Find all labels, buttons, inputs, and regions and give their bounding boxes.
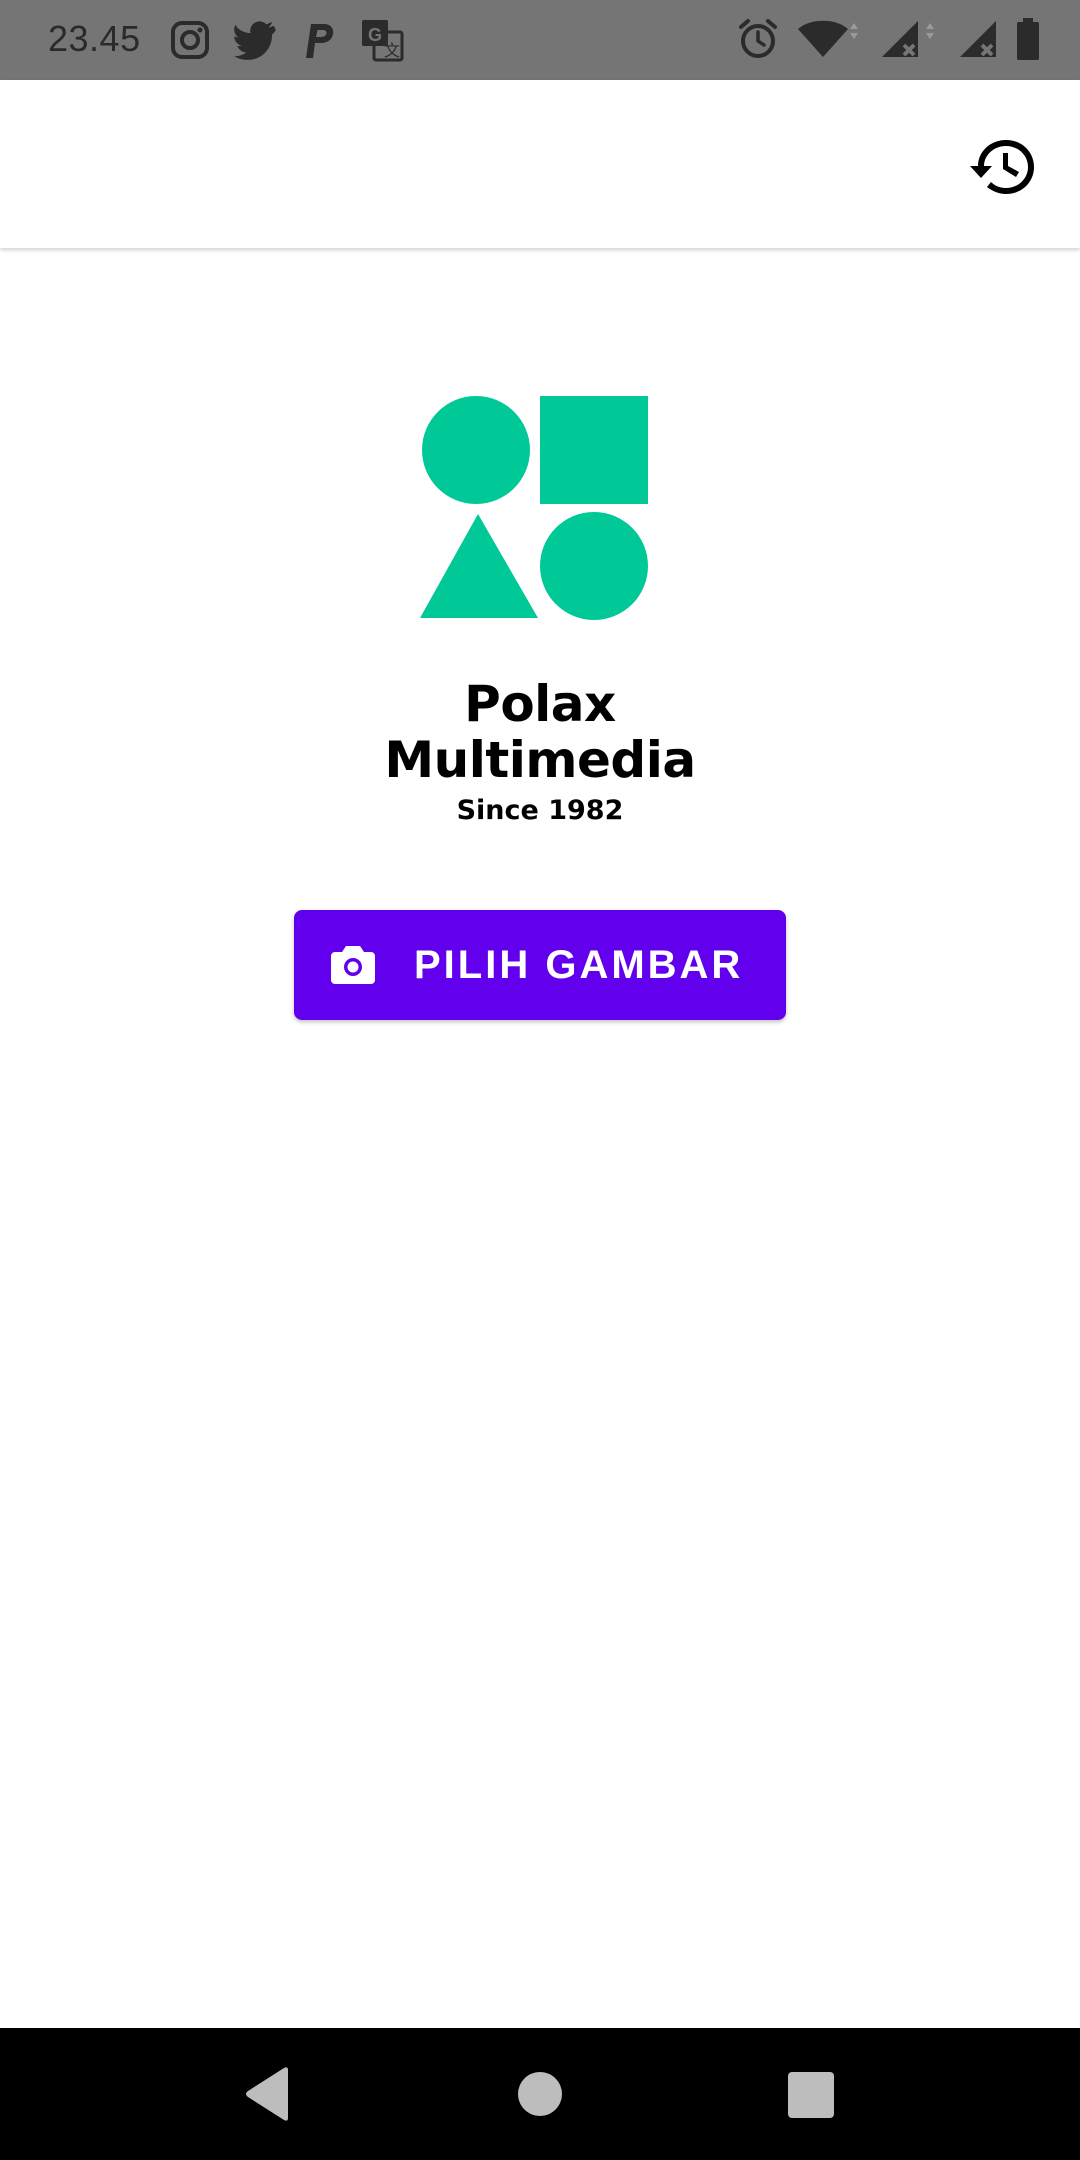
history-icon xyxy=(970,136,1038,201)
recents-icon xyxy=(788,2072,834,2118)
polax-logo xyxy=(420,396,648,620)
twitter-icon xyxy=(234,20,278,60)
signal-icon xyxy=(958,19,998,59)
brand-line-1: Polax xyxy=(464,675,616,733)
alarm-icon xyxy=(738,18,778,60)
signal-icon xyxy=(880,19,940,59)
pick-image-button[interactable]: PILIH GAMBAR xyxy=(294,910,786,1020)
pick-image-label: PILIH GAMBAR xyxy=(414,943,744,987)
instagram-icon xyxy=(170,20,210,60)
brand-name: Polax Multimedia xyxy=(0,676,1080,788)
translate-icon: G 文 xyxy=(360,18,404,62)
history-button[interactable] xyxy=(968,132,1040,204)
recents-button[interactable] xyxy=(780,2064,840,2124)
notification-icons: G 文 xyxy=(170,18,404,62)
logo-circle-bottom xyxy=(540,512,648,620)
battery-icon xyxy=(1016,18,1040,60)
back-button[interactable] xyxy=(240,2064,300,2124)
logo-triangle xyxy=(420,514,538,618)
brand-line-2: Multimedia xyxy=(384,731,696,789)
system-icons xyxy=(738,18,1040,60)
p-icon xyxy=(302,20,336,60)
navigation-bar xyxy=(0,2028,1080,2160)
svg-text:G: G xyxy=(368,25,382,45)
wifi-icon xyxy=(796,19,862,59)
logo-circle-top xyxy=(422,396,530,504)
logo-square xyxy=(540,396,648,504)
screen: 23.45 G 文 Polax Multimedia Since 1982 PI… xyxy=(0,0,1080,2160)
back-icon xyxy=(246,2067,288,2121)
home-button[interactable] xyxy=(510,2064,570,2124)
svg-text:文: 文 xyxy=(384,41,400,60)
status-time: 23.45 xyxy=(48,18,141,59)
camera-icon xyxy=(331,946,375,984)
status-bar: 23.45 G 文 xyxy=(0,0,1080,80)
brand-since: Since 1982 xyxy=(456,795,624,826)
app-bar xyxy=(0,80,1080,248)
home-icon xyxy=(518,2072,562,2116)
